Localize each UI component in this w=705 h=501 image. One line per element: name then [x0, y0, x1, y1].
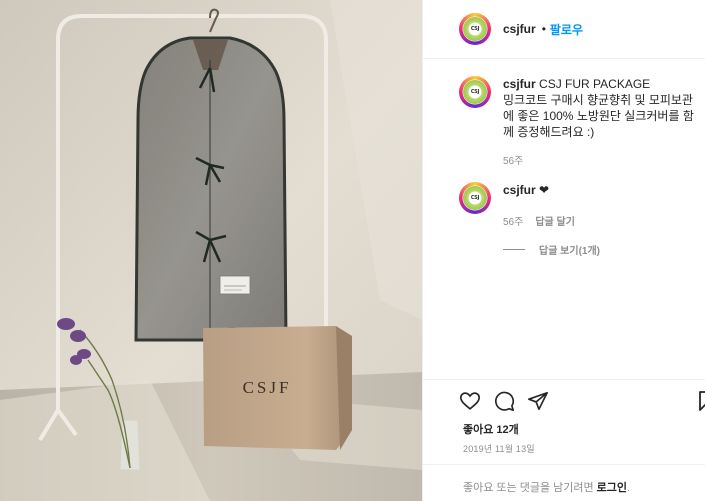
follow-button[interactable]: 팔로우	[550, 21, 583, 38]
action-icons	[459, 390, 549, 412]
replies-line	[503, 249, 525, 250]
garment-cover	[134, 36, 288, 342]
post-photo[interactable]: CSJF	[0, 0, 422, 501]
heart-icon: ❤	[539, 183, 550, 197]
login-link[interactable]: 로그인	[597, 482, 627, 494]
login-prompt-area: 좋아요 또는 댓글을 남기려면 로그인.	[423, 464, 705, 501]
login-prompt: 좋아요 또는 댓글을 남기려면 로그인.	[463, 479, 630, 495]
comment-meta: 56주 답글 달기	[503, 213, 575, 228]
comment-icon[interactable]	[493, 390, 515, 412]
post-date[interactable]: 2019년 11월 13일	[463, 442, 535, 455]
comment-username[interactable]: csjfur	[503, 183, 536, 197]
comment-body: csjfur ❤	[503, 182, 699, 214]
comment-body: csjfur CSJ FUR PACKAGE 밍크코트 구매시 향균향취 및 모…	[503, 76, 699, 140]
view-replies-label: 답글 보기(1개)	[539, 246, 600, 257]
separator-dot: •	[541, 22, 546, 36]
header-username[interactable]: csjfur	[503, 22, 536, 36]
post-actions: 좋아요 12개 2019년 11월 13일 좋아요 또는 댓글을 남기려면 로그…	[423, 379, 705, 501]
caption-meta: 56주	[503, 152, 523, 167]
photo-scene: CSJF	[0, 0, 422, 501]
caption-title: CSJ FUR PACKAGE	[539, 77, 651, 91]
bookmark-icon[interactable]	[698, 390, 705, 412]
login-prompt-text: 좋아요 또는 댓글을 남기려면	[463, 482, 594, 494]
comment-age[interactable]: 56주	[503, 152, 523, 167]
heart-outline-icon[interactable]	[459, 390, 481, 412]
comment-item: CSJ csjfur ❤	[459, 182, 699, 214]
avatar-logo: CSJ	[470, 195, 480, 201]
avatar-logo: CSJ	[470, 89, 480, 95]
avatar-logo: CSJ	[470, 26, 480, 32]
comment-age[interactable]: 56주	[503, 213, 523, 228]
reply-button[interactable]: 답글 달기	[535, 213, 575, 228]
comment-username[interactable]: csjfur	[503, 77, 536, 91]
likes-count[interactable]: 좋아요 12개	[463, 421, 519, 437]
caption-text: 밍크코트 구매시 향균향취 및 모피보관에 좋은 100% 노방원단 실크커버를…	[503, 93, 694, 139]
post-panel: CSJ csjfur • 팔로우 CSJ csjfur CSJ FUR PACK…	[422, 0, 705, 501]
login-prompt-suffix: .	[627, 482, 631, 494]
view-replies-button[interactable]: 답글 보기(1개)	[503, 242, 600, 257]
bag-logo: CSJF	[243, 378, 292, 397]
avatar[interactable]: CSJ	[459, 13, 491, 45]
share-icon[interactable]	[527, 390, 549, 412]
caption-comment: CSJ csjfur CSJ FUR PACKAGE 밍크코트 구매시 향균향취…	[459, 76, 699, 140]
avatar[interactable]: CSJ	[459, 76, 491, 108]
shopping-bag: CSJF	[203, 326, 352, 450]
avatar[interactable]: CSJ	[459, 182, 491, 214]
post-header: CSJ csjfur • 팔로우	[423, 0, 705, 59]
